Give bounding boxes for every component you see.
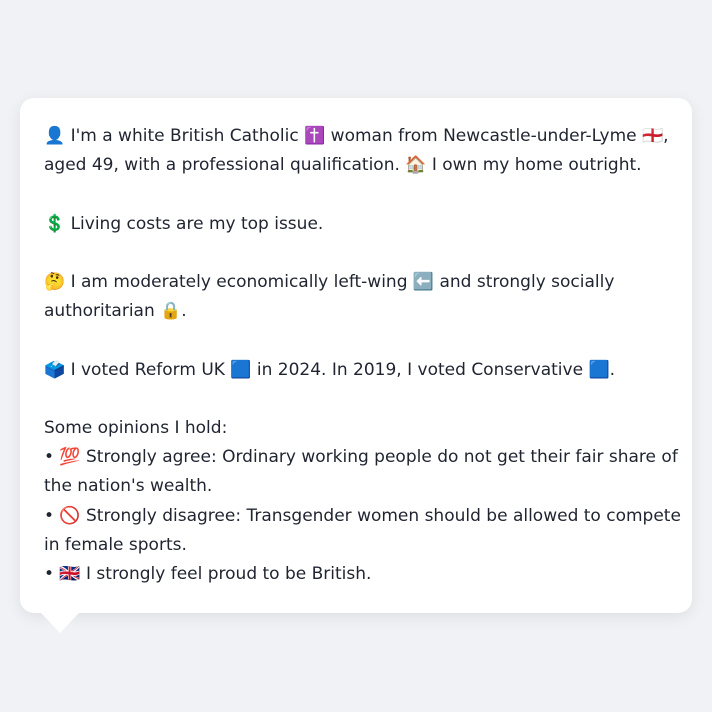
votes-line: 🗳️ I voted Reform UK 🟦 in 2024. In 2019,…	[44, 359, 616, 380]
top-issue-paragraph: 💲 Living costs are my top issue.	[44, 210, 668, 239]
top-issue-line: 💲 Living costs are my top issue.	[44, 213, 324, 234]
persona-message-bubble: 👤 I'm a white British Catholic ✝️ woman …	[20, 98, 692, 613]
opinion-item-1-line-1: • 💯 Strongly agree: Ordinary working peo…	[44, 447, 678, 468]
opinions-heading: Some opinions I hold:	[44, 417, 228, 438]
opinion-item-2-line-2: in female sports.	[44, 534, 187, 555]
votes-paragraph: 🗳️ I voted Reform UK 🟦 in 2024. In 2019,…	[44, 356, 668, 385]
identity-line-2: aged 49, with a professional qualificati…	[44, 155, 642, 176]
opinion-item-1-line-2: the nation's wealth.	[44, 476, 213, 497]
identity-line-1: 👤 I'm a white British Catholic ✝️ woman …	[44, 126, 669, 146]
ideology-paragraph: 🤔 I am moderately economically left-wing…	[44, 268, 668, 326]
ideology-line-1: 🤔 I am moderately economically left-wing…	[44, 271, 615, 292]
opinion-item-2-line-1: • 🚫 Strongly disagree: Transgender women…	[44, 505, 681, 526]
bubble-tail	[40, 612, 80, 633]
ideology-line-2: authoritarian 🔒.	[44, 301, 187, 322]
identity-paragraph: 👤 I'm a white British Catholic ✝️ woman …	[44, 122, 669, 180]
opinions-section: Some opinions I hold: • 💯 Strongly agree…	[44, 414, 681, 589]
opinion-item-3-line-1: • 🇬🇧 I strongly feel proud to be British…	[44, 563, 372, 584]
